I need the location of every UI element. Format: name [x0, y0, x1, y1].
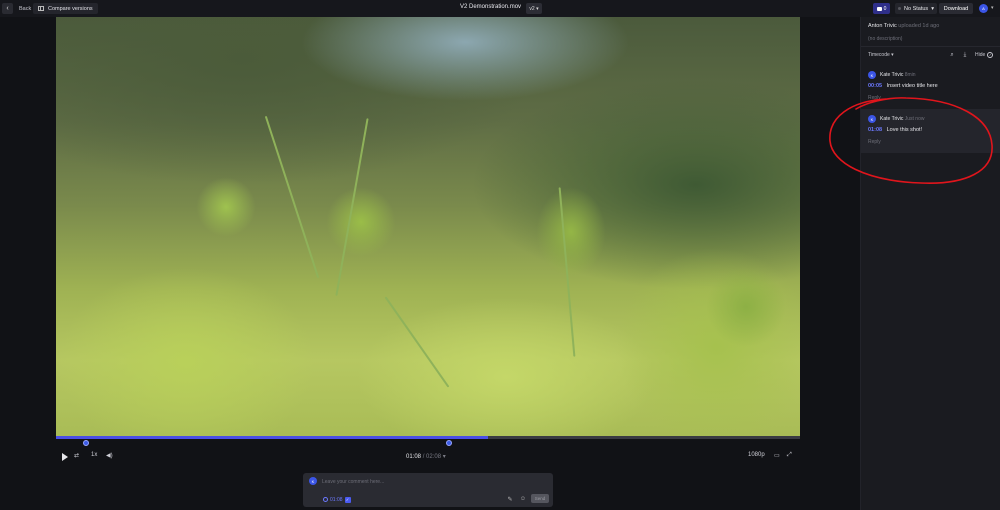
back-button[interactable]: ‹ Back: [2, 3, 31, 14]
comment-marker[interactable]: [446, 440, 452, 446]
hide-resolved-button[interactable]: Hide ✓: [975, 52, 994, 58]
search-icon[interactable]: ⌕: [948, 51, 956, 59]
time-readout[interactable]: 01:08 / 02:08 ▾: [406, 453, 446, 460]
description[interactable]: (no description): [868, 36, 902, 42]
progress-bar[interactable]: [56, 436, 800, 439]
status-dropdown[interactable]: No Status ▾: [895, 3, 937, 14]
video-leaf: [196, 177, 256, 237]
comment-composer: K 01:08 ✓ ✎ ☺: [303, 473, 553, 507]
chevron-down-icon: ▾: [931, 5, 934, 12]
chevron-left-icon: ‹: [2, 3, 13, 14]
current-time: 01:08: [406, 454, 422, 460]
divider: [861, 46, 1000, 47]
chevron-down-icon: ▾: [534, 5, 539, 12]
compare-icon: [38, 6, 44, 11]
video-foliage: [56, 267, 316, 436]
video-player[interactable]: [56, 17, 800, 436]
file-title: V2 Demonstration.mov: [460, 4, 522, 10]
volume-button[interactable]: ◀): [106, 452, 113, 459]
composer-timecode: 01:08: [330, 496, 343, 503]
download-button[interactable]: Download: [939, 3, 973, 14]
comment-icon: [876, 6, 882, 11]
annotate-icon[interactable]: ✎: [506, 495, 514, 503]
comments-count-button[interactable]: 0: [873, 3, 890, 14]
loop-icon: ⇄: [74, 453, 80, 459]
compare-label: Compare versions: [48, 5, 93, 12]
clock-icon: [323, 497, 328, 502]
player-controls: ⇄ 1x ◀) 01:08 / 02:08 ▾ 1080p ▭ ⤢: [56, 450, 800, 464]
send-button[interactable]: Send: [531, 494, 549, 503]
comment-body: 00:05 Insert video title here: [868, 83, 938, 89]
comment-author: Kate Trivic: [880, 72, 904, 78]
top-bar: ‹ Back Compare versions V2 Demonstration…: [0, 0, 1000, 17]
comment-input[interactable]: [322, 477, 522, 486]
avatar[interactable]: A: [979, 4, 988, 13]
video-leaf: [706, 267, 786, 347]
play-icon: [62, 453, 68, 461]
check-circle-icon: ✓: [987, 52, 994, 58]
theater-mode-button[interactable]: ▭: [774, 452, 780, 459]
red-circle-annotation: [829, 97, 993, 184]
uploader-name: Anton Trivic: [868, 23, 897, 29]
comment-count: 0: [883, 5, 887, 12]
sort-label: Timecode: [868, 52, 890, 58]
video-leaf: [536, 187, 606, 277]
comments-panel: Anton Trivic uploaded 1d ago (no descrip…: [860, 17, 1000, 510]
quality-button[interactable]: 1080p: [748, 452, 765, 458]
compare-versions-button[interactable]: Compare versions: [33, 3, 98, 14]
volume-icon: ◀): [106, 453, 113, 459]
theater-icon: ▭: [774, 453, 780, 459]
fullscreen-button[interactable]: ⤢: [787, 452, 792, 459]
speed-button[interactable]: 1x: [91, 452, 97, 458]
comment-author-line: Kate Trivic 8min: [880, 72, 916, 78]
avatar: K: [868, 71, 876, 79]
video-foliage: [616, 247, 800, 436]
checkbox-icon[interactable]: ✓: [344, 496, 351, 503]
sort-dropdown[interactable]: Timecode ▾: [868, 52, 894, 58]
fullscreen-icon: ⤢: [787, 452, 792, 458]
comment-text: Insert video title here: [886, 83, 938, 89]
hide-label: Hide: [975, 52, 986, 58]
chevron-down-icon: ▾: [891, 52, 894, 58]
timecode-toggle[interactable]: 01:08 ✓: [323, 496, 351, 503]
download-icon[interactable]: ⤓: [961, 51, 969, 59]
comment-timecode[interactable]: 00:05: [868, 83, 882, 89]
video-leaf: [326, 187, 396, 257]
status-dot-icon: [898, 7, 902, 10]
status-label: No Status: [904, 5, 929, 12]
play-button[interactable]: [62, 453, 68, 461]
video-stem: [264, 115, 320, 279]
chevron-down-icon: ▾: [442, 454, 446, 460]
uploader-info: Anton Trivic uploaded 1d ago: [868, 23, 939, 29]
annotation-stroke: [829, 97, 993, 184]
version-dropdown[interactable]: v2 ▾: [526, 3, 542, 14]
back-label: Back: [19, 5, 32, 12]
chevron-down-icon[interactable]: ▾: [991, 5, 994, 11]
avatar: K: [309, 477, 317, 485]
emoji-icon[interactable]: ☺: [519, 495, 527, 503]
comment-marker[interactable]: [83, 440, 89, 446]
upload-time: uploaded 1d ago: [898, 23, 940, 29]
quality-label: 1080p: [748, 452, 765, 458]
progress-fill: [56, 436, 488, 439]
comment-time: 8min: [904, 72, 916, 78]
loop-button[interactable]: ⇄: [74, 452, 79, 459]
duration: 02:08: [426, 454, 442, 460]
